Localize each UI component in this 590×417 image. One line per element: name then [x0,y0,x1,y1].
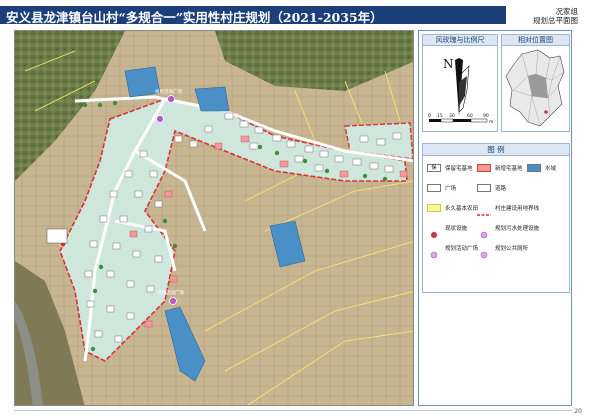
scale-tick: 60 [467,113,473,119]
legend-item-sewage: 规划污水处理设施 [477,223,540,239]
scale-tick: 30 [449,113,455,119]
scale-bar [429,118,488,123]
legend-swatch [477,204,491,216]
legend-label: 规划活动广场 [445,246,479,252]
legend-swatch [427,204,441,212]
wind-rose-graphic: N 0 15 30 60 90 m [428,57,493,125]
legend-label: 新增宅基地 [495,166,523,172]
master-plan-map[interactable]: 规划活动广场 规划活动广场 [14,30,414,406]
legend-box: 图 例 保 保留宅基地 新增宅基地 水域 广场 道路 永久基本农田 村庄建设用地… [422,143,570,293]
side-panel: 风玫瑰与比例尺 N 0 15 30 60 90 m 相对位置图 图 例 保 保留… [418,30,572,406]
legend-swatch [527,164,541,172]
compass-title: 风玫瑰与比例尺 [423,35,497,46]
footer-rule [14,410,572,411]
legend-swatch [427,184,441,192]
scale-tick: 15 [437,113,443,119]
legend-label: 保留宅基地 [445,166,473,172]
north-letter: N [443,57,454,71]
legend-item-existing-facility: 现状设施 [427,223,468,239]
plan-label-1: 规划活动广场 [155,88,182,95]
legend-item-water: 水域 [527,163,556,173]
legend-item-road: 道路 [477,183,506,193]
legend-item-plaza: 规划活动广场 [427,243,479,259]
legend-label: 规划公共厕所 [495,246,529,252]
compass-scale-box: 风玫瑰与比例尺 N 0 15 30 60 90 m [422,34,498,132]
legend-label: 广场 [445,186,457,192]
page-number: 20 [574,408,582,415]
legend-item-square: 广场 [427,183,456,193]
legend-swatch [477,244,491,259]
page-title: 安义县龙津镇台山村“多规合一”实用性村庄规划（2021-2035年） [6,10,383,25]
legend-item-kept-homestead: 保 保留宅基地 [427,163,473,173]
map-canvas: 规划活动广场 规划活动广场 [15,31,413,405]
legend-label: 水域 [545,166,557,172]
legend-label: 村庄建设用地界线 [495,206,540,212]
location-pin-icon [544,110,548,114]
legend-swatch [477,184,491,192]
legend-swatch: 保 [427,164,441,172]
legend-label: 永久基本农田 [445,206,479,212]
square-plaza [46,228,68,244]
legend-item-new-homestead: 新增宅基地 [477,163,523,173]
legend-swatch [477,224,491,239]
scale-unit: m [489,120,493,125]
location-title: 相对位置图 [502,35,569,46]
scale-tick: 90 [483,113,489,119]
legend-swatch [427,244,441,259]
legend-swatch [477,164,491,172]
legend-label: 道路 [495,186,507,192]
page-header: 安义县龙津镇台山村“多规合一”实用性村庄规划（2021-2035年） 况家组 规… [0,0,590,28]
scale-tick: 0 [428,113,431,119]
legend-label: 规划污水处理设施 [495,226,540,232]
header-corner: 况家组 规划总平面图 [506,0,590,28]
legend-item-toilet: 规划公共厕所 [477,243,529,259]
legend-label: 现状设施 [445,226,468,232]
map-subtitle: 规划总平面图 [533,16,578,25]
location-map-box: 相对位置图 [501,34,570,132]
plan-label-2: 规划活动广场 [157,289,184,296]
legend-title: 图 例 [423,144,569,156]
legend-item-farmland: 永久基本农田 [427,203,478,213]
location-map-graphic [505,49,565,127]
legend-swatch [427,224,441,239]
legend-item-boundary: 村庄建设用地界线 [477,203,540,216]
